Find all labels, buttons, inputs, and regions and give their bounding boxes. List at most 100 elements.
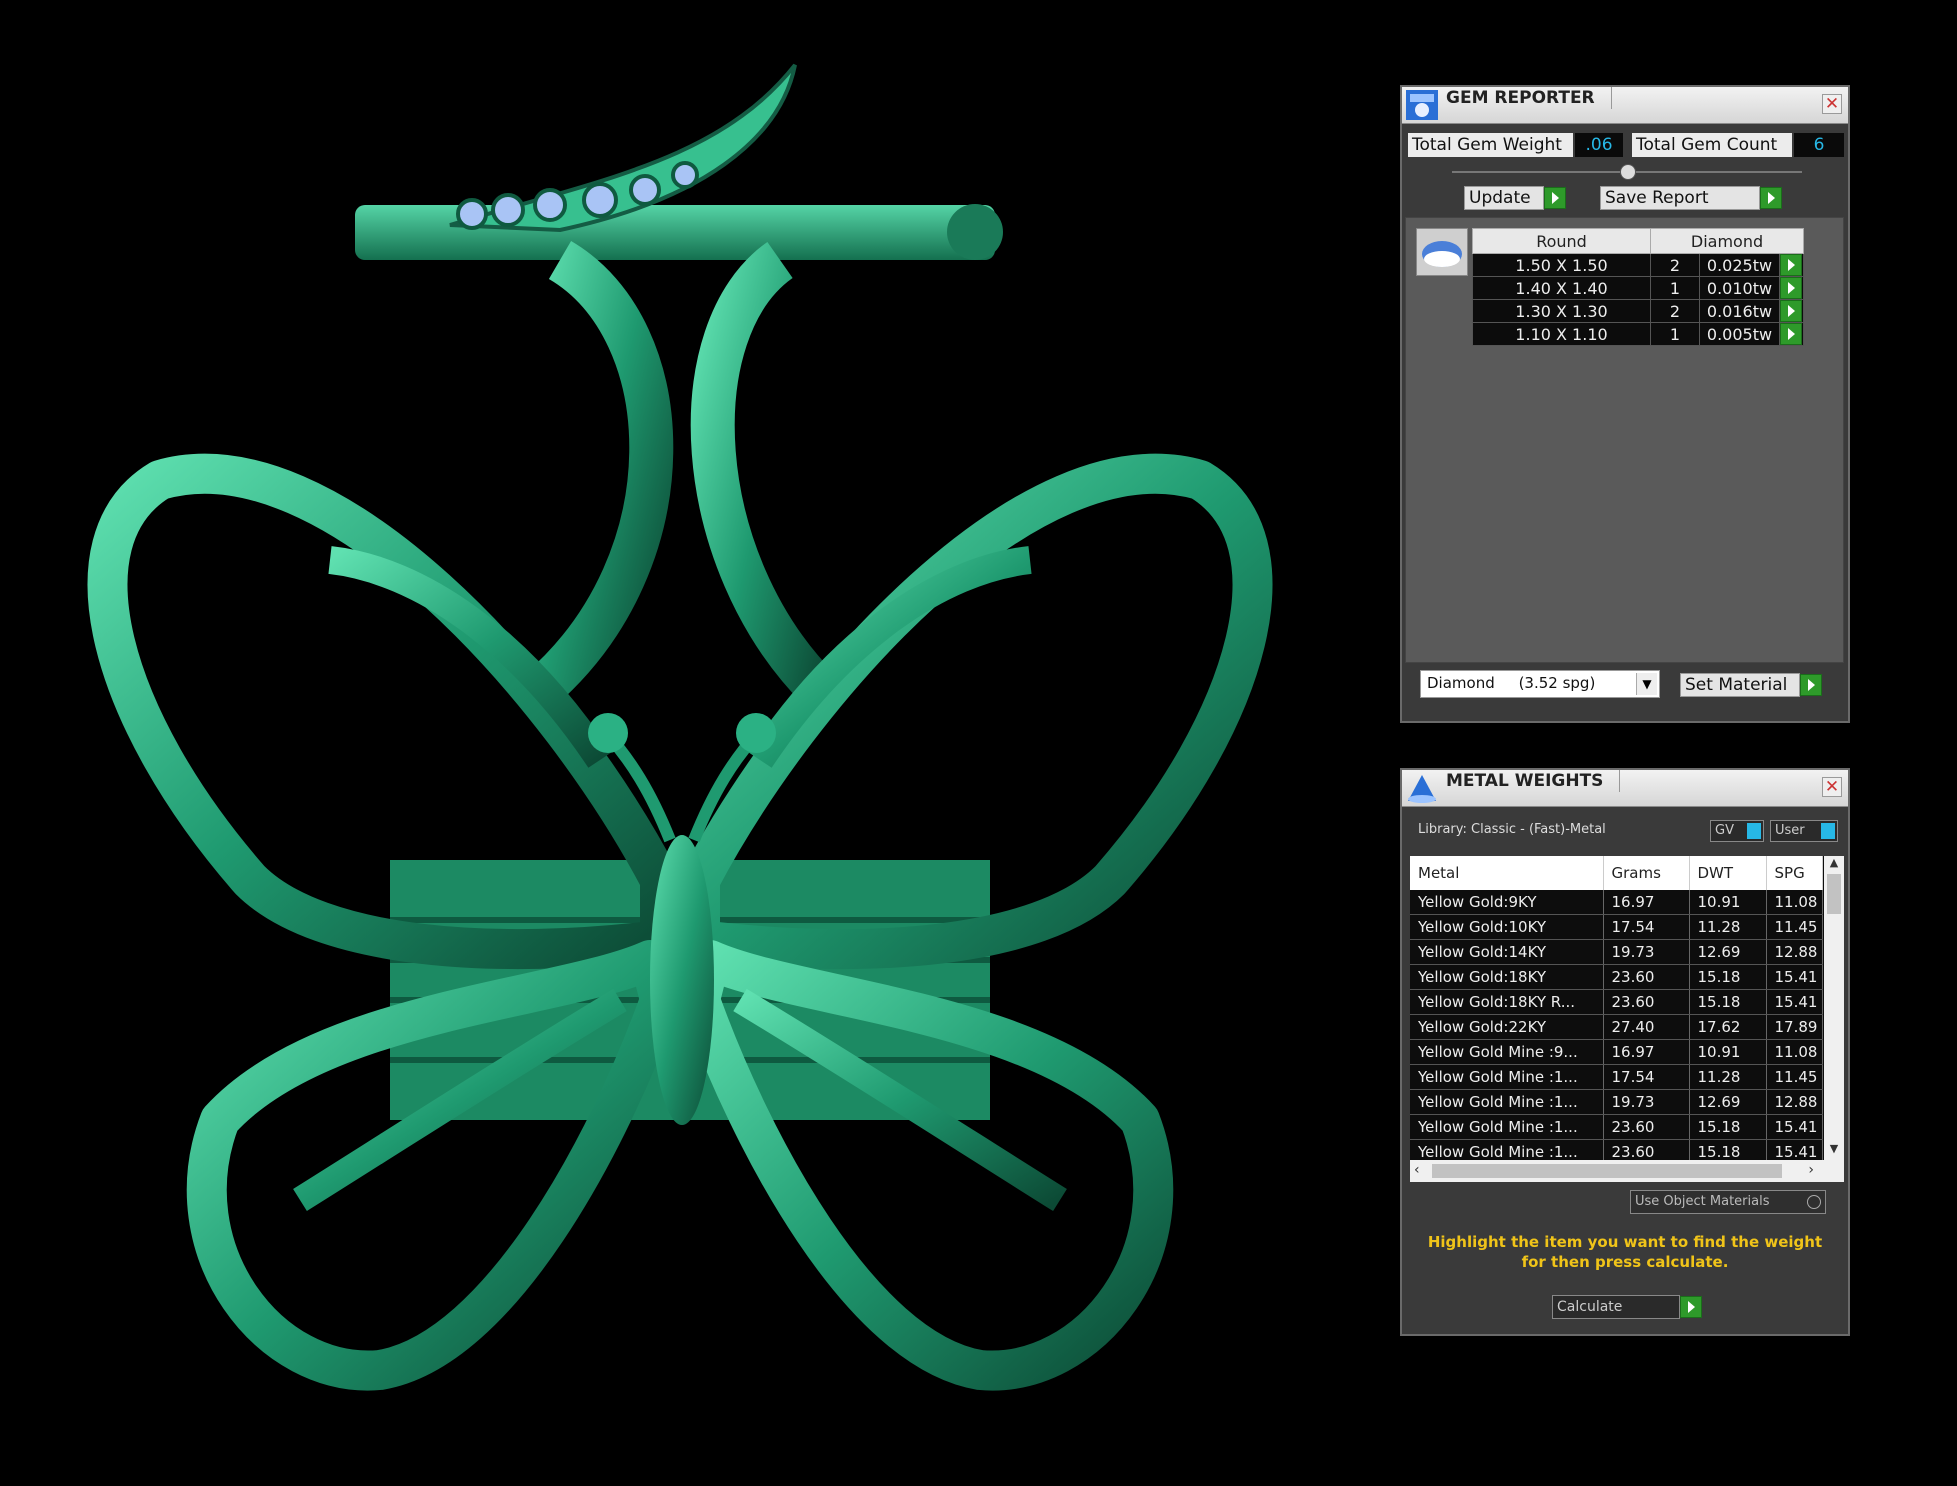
gem-row-go-icon[interactable] [1780, 254, 1803, 276]
metal-spg: 12.88 [1766, 1089, 1823, 1115]
metal-grams: 19.73 [1603, 1089, 1690, 1115]
metal-row[interactable]: Yellow Gold Mine :9... 16.97 10.91 11.08 [1410, 1039, 1823, 1065]
library-label: Library: Classic - (Fast)-Metal [1418, 822, 1606, 837]
metal-name: Yellow Gold Mine :1... [1410, 1064, 1604, 1090]
gem-reporter-titlebar[interactable]: GEM REPORTER ✕ [1402, 87, 1848, 124]
metal-spg: 12.88 [1766, 939, 1823, 965]
gem-row[interactable]: 1.50 X 1.50 2 0.025tw [1472, 253, 1804, 277]
metal-spg: 15.41 [1766, 989, 1823, 1015]
metal-dwt: 10.91 [1689, 1039, 1767, 1065]
metal-column-header[interactable]: DWT [1689, 856, 1767, 890]
gem-table: Round Diamond 1.50 X 1.50 2 0.025tw 1.40… [1472, 228, 1804, 346]
metal-name: Yellow Gold:18KY R... [1410, 989, 1604, 1015]
set-material-button[interactable]: Set Material [1680, 673, 1800, 697]
save-report-go-icon[interactable] [1760, 187, 1782, 209]
gem-reporter-title: GEM REPORTER [1446, 87, 1612, 109]
gem-row[interactable]: 1.40 X 1.40 1 0.010tw [1472, 276, 1804, 300]
horizontal-scrollbar[interactable]: ‹ › [1410, 1160, 1844, 1182]
horizontal-scrollbar-thumb[interactable] [1432, 1164, 1782, 1178]
calculate-button[interactable]: Calculate [1552, 1295, 1680, 1319]
metal-grams: 19.73 [1603, 939, 1690, 965]
gem-list-area: Round Diamond 1.50 X 1.50 2 0.025tw 1.40… [1405, 217, 1844, 663]
gem-count: 2 [1650, 299, 1700, 323]
gem-count: 1 [1650, 276, 1700, 300]
metal-grams: 17.54 [1603, 1064, 1690, 1090]
metal-row[interactable]: Yellow Gold:18KY 23.60 15.18 15.41 [1410, 964, 1823, 990]
radio-off-icon [1807, 1195, 1821, 1209]
total-gem-weight-value: .06 [1575, 133, 1623, 157]
gem-row[interactable]: 1.30 X 1.30 2 0.016tw [1472, 299, 1804, 323]
gem-row-go-cell[interactable] [1779, 276, 1804, 300]
metal-dwt: 15.18 [1689, 989, 1767, 1015]
metal-spg: 11.08 [1766, 1039, 1823, 1065]
material-select-value: Diamond (3.52 spg) [1427, 674, 1596, 692]
metal-table-container[interactable]: Metal Grams DWT SPG Yellow Gold:9KY 16.97… [1410, 856, 1844, 1182]
round-gem-icon [1416, 228, 1468, 276]
metal-name: Yellow Gold Mine :1... [1410, 1089, 1604, 1115]
use-object-materials-toggle[interactable]: Use Object Materials [1630, 1190, 1826, 1214]
material-select[interactable]: Diamond (3.52 spg) ▼ [1420, 670, 1660, 698]
metal-column-header[interactable]: SPG [1766, 856, 1823, 890]
gem-row[interactable]: 1.10 X 1.10 1 0.005tw [1472, 322, 1804, 346]
user-toggle[interactable]: User [1770, 820, 1838, 842]
hint-text-line: for then press calculate. [1521, 1253, 1729, 1271]
metal-row[interactable]: Yellow Gold Mine :1... 19.73 12.69 12.88 [1410, 1089, 1823, 1115]
metal-weights-icon [1408, 775, 1436, 803]
vertical-scrollbar[interactable]: ▲ ▼ [1824, 856, 1844, 1160]
vertical-scrollbar-thumb[interactable] [1827, 874, 1841, 914]
splitter-handle-icon[interactable] [1620, 164, 1636, 180]
gv-toggle-indicator-icon [1747, 823, 1761, 839]
chevron-left-icon[interactable]: ‹ [1414, 1162, 1420, 1178]
3d-viewport[interactable] [0, 0, 1380, 1482]
metal-row[interactable]: Yellow Gold:18KY R... 23.60 15.18 15.41 [1410, 989, 1823, 1015]
metal-spg: 15.41 [1766, 1114, 1823, 1140]
metal-spg: 11.08 [1766, 890, 1823, 915]
metal-table: Metal Grams DWT SPG Yellow Gold:9KY 16.97… [1410, 856, 1823, 1165]
metal-dwt: 10.91 [1689, 890, 1767, 915]
chevron-right-icon[interactable]: › [1808, 1162, 1814, 1178]
metal-weights-panel: METAL WEIGHTS ✕ Library: Classic - (Fast… [1400, 768, 1850, 1336]
user-label: User [1775, 823, 1805, 838]
gem-row-go-icon[interactable] [1780, 300, 1803, 322]
metal-dwt: 12.69 [1689, 1089, 1767, 1115]
metal-grams: 23.60 [1603, 964, 1690, 990]
metal-row[interactable]: Yellow Gold:9KY 16.97 10.91 11.08 [1410, 890, 1823, 915]
metal-row[interactable]: Yellow Gold Mine :1... 23.60 15.18 15.41 [1410, 1114, 1823, 1140]
set-material-go-icon[interactable] [1800, 674, 1822, 696]
gem-row-go-cell[interactable] [1779, 322, 1804, 346]
metal-name: Yellow Gold Mine :9... [1410, 1039, 1604, 1065]
gem-reporter-icon [1406, 90, 1438, 120]
metal-dwt: 15.18 [1689, 964, 1767, 990]
chevron-up-icon[interactable]: ▲ [1824, 856, 1844, 874]
metal-column-header[interactable]: Metal [1410, 856, 1604, 890]
metal-row[interactable]: Yellow Gold:10KY 17.54 11.28 11.45 [1410, 914, 1823, 940]
gem-row-go-icon[interactable] [1780, 277, 1803, 299]
metal-name: Yellow Gold Mine :1... [1410, 1114, 1604, 1140]
metal-row[interactable]: Yellow Gold:22KY 27.40 17.62 17.89 [1410, 1014, 1823, 1040]
metal-weights-titlebar[interactable]: METAL WEIGHTS ✕ [1402, 770, 1848, 807]
metal-row[interactable]: Yellow Gold Mine :1... 17.54 11.28 11.45 [1410, 1064, 1823, 1090]
metal-dwt: 12.69 [1689, 939, 1767, 965]
gem-size: 1.50 X 1.50 [1472, 253, 1651, 277]
gem-reporter-panel: GEM REPORTER ✕ Total Gem Weight .06 Tota… [1400, 85, 1850, 723]
update-button[interactable]: Update [1464, 186, 1544, 210]
gem-reporter-close-button[interactable]: ✕ [1822, 94, 1842, 114]
gem-size: 1.10 X 1.10 [1472, 322, 1651, 346]
gv-toggle[interactable]: GV [1710, 820, 1764, 842]
metal-dwt: 17.62 [1689, 1014, 1767, 1040]
save-report-button[interactable]: Save Report [1600, 186, 1760, 210]
gem-row-go-cell[interactable] [1779, 253, 1804, 277]
metal-dwt: 11.28 [1689, 914, 1767, 940]
metal-row[interactable]: Yellow Gold:14KY 19.73 12.69 12.88 [1410, 939, 1823, 965]
chevron-down-icon[interactable]: ▼ [1636, 673, 1657, 695]
calculate-go-icon[interactable] [1680, 1296, 1702, 1318]
chevron-down-icon[interactable]: ▼ [1824, 1142, 1844, 1160]
metal-weights-close-button[interactable]: ✕ [1822, 777, 1842, 797]
gem-row-go-cell[interactable] [1779, 299, 1804, 323]
user-toggle-indicator-icon [1821, 823, 1835, 839]
metal-column-header[interactable]: Grams [1603, 856, 1690, 890]
gem-row-go-icon[interactable] [1780, 323, 1803, 345]
metal-grams: 27.40 [1603, 1014, 1690, 1040]
update-go-icon[interactable] [1544, 187, 1566, 209]
gem-weight: 0.025tw [1698, 253, 1781, 277]
